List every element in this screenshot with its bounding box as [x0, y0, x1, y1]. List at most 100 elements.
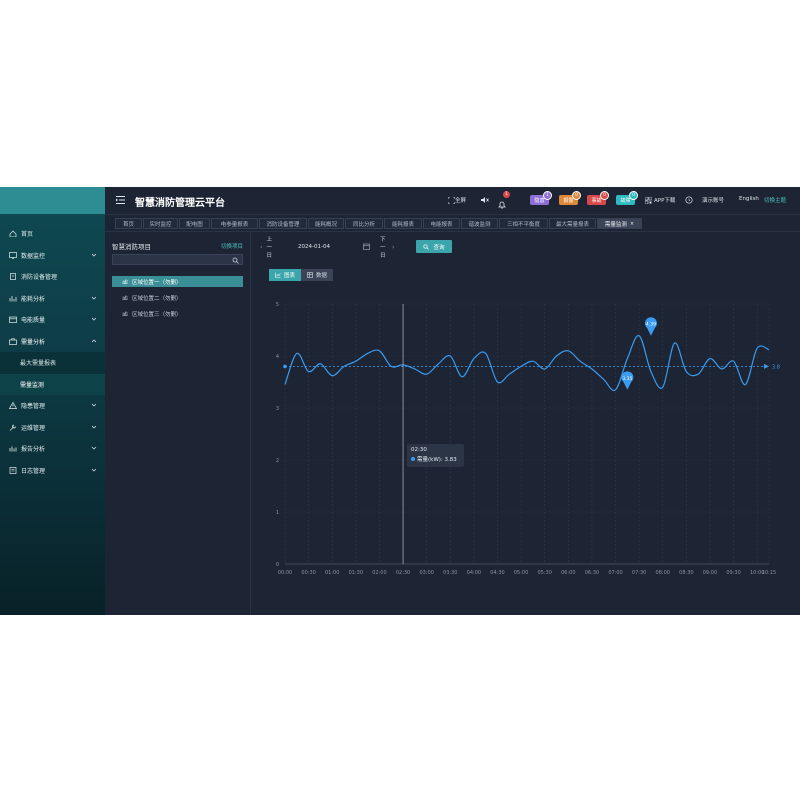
x-tick-label: 05:30 — [537, 570, 551, 576]
x-tick-label: 01:00 — [325, 570, 339, 576]
tree-search-input[interactable] — [112, 254, 243, 265]
tree-item-2[interactable]: 区域位置三（勿删） — [112, 308, 243, 319]
sidebar-item-label: 电能质量 — [21, 317, 46, 325]
tab-5[interactable]: 能耗概况 — [308, 218, 344, 229]
tab-label: 最大需量报表 — [555, 221, 589, 228]
tab-label: 电能报表 — [430, 221, 453, 228]
pill-count: 0 — [629, 191, 638, 200]
sidebar-item-label: 需量分析 — [21, 338, 46, 346]
language-button[interactable]: English — [739, 196, 759, 202]
x-tick-label: 04:30 — [490, 570, 504, 576]
app-download-button[interactable]: APP下载 — [645, 196, 675, 204]
chevron-up-icon — [91, 339, 97, 342]
alert-pill-2[interactable]: 事故 0 — [587, 191, 609, 205]
alert-pill-3[interactable]: 故障 0 — [616, 191, 638, 205]
tab-label: 需量监测 — [604, 221, 627, 228]
sidebar-item-1[interactable]: 数据监控 — [0, 245, 105, 267]
sidebar-item-label: 消防设备管理 — [21, 274, 58, 282]
tab-1[interactable]: 实时监控 — [143, 218, 178, 229]
tab-bar: 首页 实时监控 配电图 电参量报表 消防设备管理 能耗概况 同比分析 能耗报表 电能报表 谐波监测… — [105, 215, 800, 232]
tab-8[interactable]: 电能报表 — [423, 218, 460, 229]
x-tick-label: 07:30 — [632, 570, 646, 576]
search-icon[interactable] — [232, 257, 239, 264]
date-picker[interactable]: 2024-01-04 — [298, 240, 378, 253]
tab-label: 三相不平衡度 — [506, 221, 540, 228]
help-icon[interactable] — [684, 195, 694, 205]
alert-pill-0[interactable]: 隐患 1 — [530, 191, 552, 205]
x-tick-label: 00:30 — [301, 570, 315, 576]
x-tick-label: 04:00 — [467, 570, 481, 576]
demand-series-line[interactable] — [284, 335, 770, 392]
alert-pill-1[interactable]: 报警 0 — [559, 191, 581, 205]
location-icon — [122, 295, 128, 300]
tab-label: 首页 — [122, 221, 134, 228]
pill-count: 0 — [600, 191, 609, 200]
tab-close-icon[interactable]: × — [630, 221, 634, 227]
theme-switch-button[interactable]: 切换主题 — [764, 196, 786, 204]
tab-12[interactable]: 需量监测 × — [597, 218, 642, 229]
tab-9[interactable]: 谐波监测 — [461, 218, 498, 229]
pill-count: 0 — [572, 191, 581, 200]
chart-mode-button[interactable]: 图表 — [269, 269, 301, 281]
x-tick-label: 00:00 — [278, 570, 292, 576]
tab-11[interactable]: 最大需量报表 — [549, 218, 596, 229]
tooltip-time: 02:30 — [411, 447, 427, 453]
warning-icon — [9, 402, 17, 410]
y-tick-label: 0 — [276, 562, 279, 568]
notification-button[interactable]: 1 — [497, 191, 510, 209]
sidebar-subitem-1[interactable]: 需量监测 — [0, 373, 105, 395]
prev-day-button[interactable]: 上一日 — [260, 237, 275, 259]
sidebar-item-2[interactable]: 消防设备管理 — [0, 266, 105, 288]
chevron-down-icon — [91, 425, 97, 428]
y-tick-label: 3 — [276, 406, 279, 412]
fullscreen-button[interactable]: 全屏 — [448, 196, 466, 204]
tab-6[interactable]: 同比分析 — [345, 218, 383, 229]
sidebar-submenu: 最大需量报表 需量监测 — [0, 352, 105, 395]
next-day-label: 下一日 — [380, 236, 386, 259]
tree-item-1[interactable]: 区域位置二（勿删） — [112, 292, 243, 303]
sidebar-item-5[interactable]: 需量分析 — [0, 331, 105, 353]
bell-badge: 1 — [503, 191, 510, 198]
sidebar: 首页 数据监控消防设备管理能耗分析电能质量需量分析最大需量报表 需量监测 隐患管理 运维… — [0, 187, 105, 615]
sidebar-item-4[interactable]: 电能质量 — [0, 309, 105, 331]
x-tick-label: 08:00 — [656, 570, 670, 576]
next-day-button[interactable]: 下一日 — [380, 237, 395, 259]
tooltip-value: 需量(kW): 3.83 — [417, 457, 457, 463]
sidebar-menu: 首页 数据监控消防设备管理能耗分析电能质量需量分析最大需量报表 需量监测 隐患管理 运维… — [0, 223, 105, 481]
account-button[interactable]: 演示账号 — [702, 196, 724, 204]
tab-0[interactable]: 首页 — [115, 218, 142, 229]
monitor-icon — [9, 251, 17, 259]
qrcode-icon — [645, 196, 652, 204]
report-icon — [9, 446, 17, 452]
sidebar-subitem-0[interactable]: 最大需量报表 — [0, 352, 105, 374]
device-icon — [10, 273, 16, 281]
tab-3[interactable]: 电参量报表 — [211, 218, 258, 229]
tab-4[interactable]: 消防设备管理 — [259, 218, 307, 229]
sidebar-item-7[interactable]: 运维管理 — [0, 417, 105, 439]
tree-item-0[interactable]: 区域位置一（勿删） — [112, 276, 243, 287]
data-mode-button[interactable]: 数据 — [301, 269, 333, 281]
tab-10[interactable]: 三相不平衡度 — [499, 218, 548, 229]
mute-icon[interactable] — [480, 195, 490, 205]
location-icon — [122, 279, 128, 284]
tab-7[interactable]: 能耗报表 — [384, 218, 422, 229]
chevron-right-icon — [392, 245, 395, 248]
menu-toggle-icon[interactable] — [116, 196, 125, 204]
demand-line-chart[interactable]: 0 1 2 3 4 5 00:00 00:30 01:00 01:30 02:00 02:30 03:0… — [251, 288, 800, 578]
fullscreen-icon — [448, 196, 455, 204]
x-tick-label: 02:00 — [372, 570, 386, 576]
x-tick-label: 06:00 — [561, 570, 575, 576]
home-icon — [9, 230, 17, 238]
x-tick-label: 09:00 — [703, 570, 717, 576]
chart-mode-label: 图表 — [283, 273, 295, 279]
sidebar-item-9[interactable]: 日志管理 — [0, 460, 105, 482]
y-tick-label: 4 — [276, 354, 279, 360]
sidebar-item-3[interactable]: 能耗分析 — [0, 288, 105, 310]
sidebar-item-8[interactable]: 报告分析 — [0, 438, 105, 460]
sidebar-item-6[interactable]: 隐患管理 — [0, 395, 105, 417]
switch-project-link[interactable]: 切换项目 — [221, 242, 243, 250]
query-button[interactable]: 查询 — [416, 240, 452, 253]
sidebar-item-0[interactable]: 首页 — [0, 223, 105, 245]
chevron-down-icon — [91, 468, 97, 471]
tab-2[interactable]: 配电图 — [179, 218, 210, 229]
